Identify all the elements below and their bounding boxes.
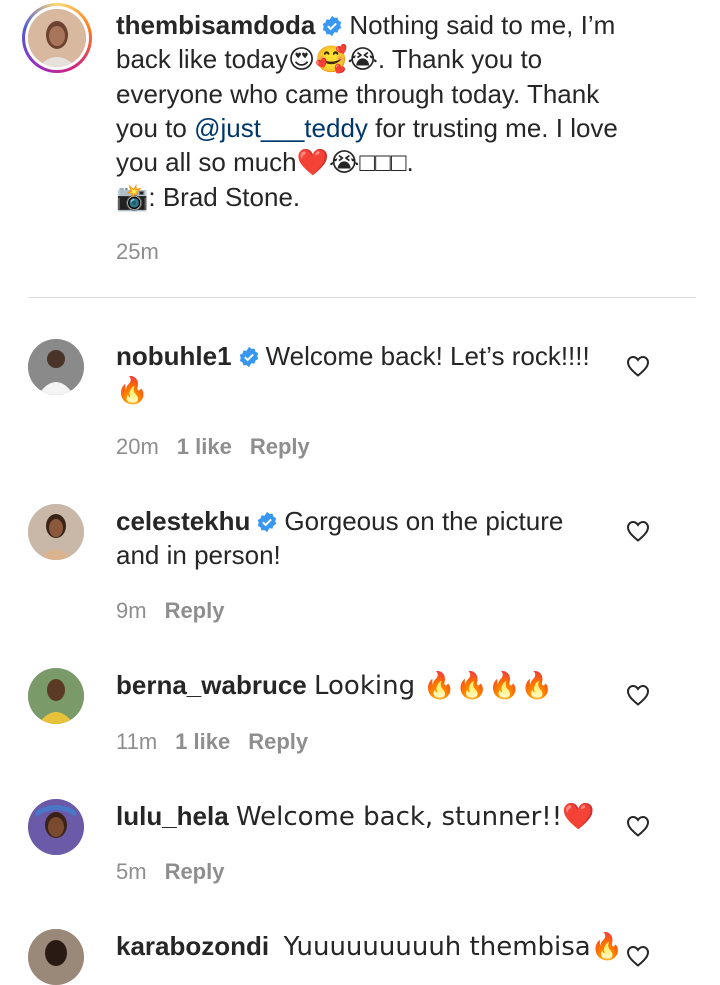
comment-text: karabozondi Yuuuuuuuuuh thembisa🔥	[116, 929, 636, 964]
comment-body: Gorgeous on the picture	[284, 506, 564, 536]
comment-body: Looking 🔥🔥🔥🔥	[313, 671, 553, 701]
verified-badge-icon	[258, 511, 277, 533]
reply-button[interactable]: Reply	[248, 729, 308, 754]
comment-text: celestekhu Gorgeous on the picture and in…	[116, 504, 636, 572]
verified-badge-icon	[239, 346, 258, 368]
caption-emoji-2: ❤️😭	[296, 148, 360, 178]
comment-body-cont: 🔥	[116, 376, 149, 406]
comment-meta: 11m 1 like Reply	[116, 729, 326, 755]
reply-button[interactable]: Reply	[165, 598, 225, 623]
caption-time: 25m	[116, 239, 159, 264]
caption-line5: you all so much	[116, 147, 297, 177]
story-ring[interactable]	[22, 3, 92, 73]
comment-time: 5m	[116, 859, 147, 884]
heart-outline-icon[interactable]	[626, 815, 650, 837]
caption-text: thembisamdoda Nothing said to me, I’m bac…	[116, 8, 636, 215]
caption-line2: back like today	[116, 44, 288, 74]
comment-body: Welcome back, stunner!!❤️	[235, 802, 595, 832]
heart-outline-icon[interactable]	[626, 520, 650, 542]
comment-text: nobuhle1 Welcome back! Let’s rock!!!! 🔥	[116, 339, 636, 408]
avatar[interactable]	[28, 504, 84, 560]
avatar[interactable]	[28, 9, 86, 67]
caption-meta: 25m	[116, 239, 177, 265]
like-count[interactable]: 1 like	[177, 434, 232, 459]
comment-time: 9m	[116, 598, 147, 623]
comment-meta: 9m Reply	[116, 598, 242, 624]
comment-username[interactable]: celestekhu	[116, 506, 250, 536]
mention-link[interactable]: @just___teddy	[194, 113, 368, 143]
comment-time: 20m	[116, 434, 159, 459]
comment-username[interactable]: nobuhle1	[116, 341, 232, 371]
caption-line2-end: . Thank you to	[377, 44, 543, 74]
reply-button[interactable]: Reply	[165, 859, 225, 884]
photo-credit: : Brad Stone.	[148, 182, 301, 212]
avatar[interactable]	[28, 929, 84, 985]
heart-outline-icon[interactable]	[626, 684, 650, 706]
like-count[interactable]: 1 like	[175, 729, 230, 754]
comment-body-cont: and in person!	[116, 540, 281, 570]
caption-line1: Nothing said to me, I’m	[349, 10, 616, 40]
caption-line4-start: you to	[116, 113, 195, 143]
comment-body: Welcome back! Let’s rock!!!!	[265, 341, 590, 371]
verified-badge-icon	[323, 15, 342, 37]
camera-icon: 📸	[116, 183, 149, 213]
comment-username[interactable]: lulu_hela	[116, 801, 229, 831]
comment-text: berna_wabruce Looking 🔥🔥🔥🔥	[116, 668, 636, 703]
caption-line4-end: for trusting me. I love	[367, 113, 618, 143]
caption-line5-end: □□□.	[359, 147, 414, 177]
caption-line3: everyone who came through today. Thank	[116, 79, 600, 109]
comment-meta: 5m Reply	[116, 859, 242, 885]
heart-outline-icon[interactable]	[626, 355, 650, 377]
comment-username[interactable]: berna_wabruce	[116, 670, 307, 700]
comment-time: 11m	[116, 729, 158, 754]
caption-username[interactable]: thembisamdoda	[116, 10, 315, 40]
caption-emoji-1: 😍🥰😭	[287, 45, 378, 75]
heart-outline-icon[interactable]	[626, 945, 650, 967]
comment-meta: 20m 1 like Reply	[116, 434, 328, 460]
comment-body: Yuuuuuuuuuh thembisa🔥	[283, 932, 624, 962]
avatar[interactable]	[28, 339, 84, 395]
avatar[interactable]	[28, 799, 84, 855]
divider	[28, 297, 696, 298]
post-caption: thembisamdoda Nothing said to me, I’m bac…	[0, 0, 720, 297]
avatar[interactable]	[28, 668, 84, 724]
comment-text: lulu_hela Welcome back, stunner!!❤️	[116, 799, 636, 834]
reply-button[interactable]: Reply	[250, 434, 310, 459]
